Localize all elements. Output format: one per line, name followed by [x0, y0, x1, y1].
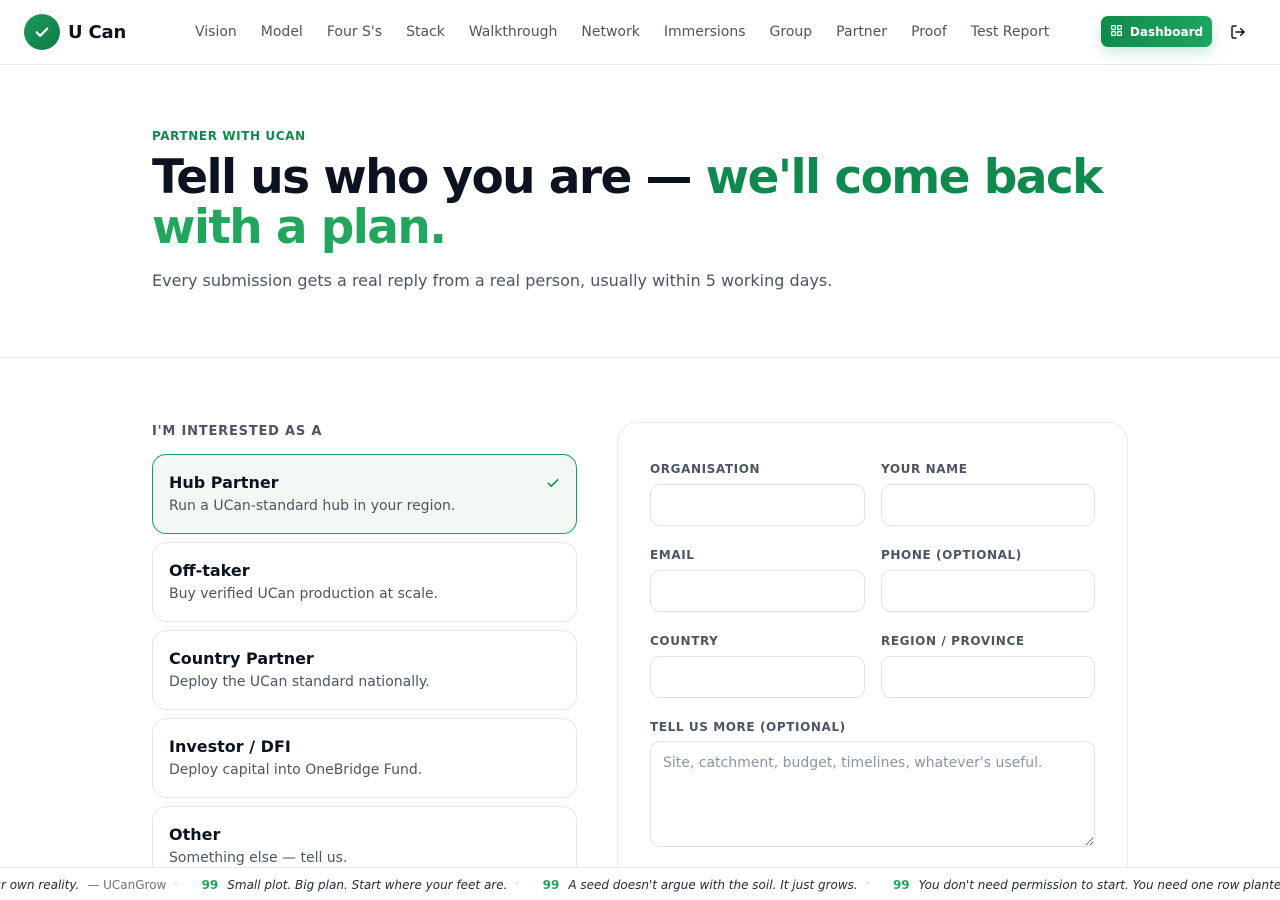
nav-model[interactable]: Model: [249, 24, 315, 40]
option-off-taker[interactable]: Off-taker Buy verified UCan production a…: [152, 542, 577, 622]
interest-label: I'M INTERESTED AS A: [152, 424, 323, 439]
email-input[interactable]: [650, 570, 865, 612]
nav-group[interactable]: Group: [758, 24, 825, 40]
ticker-quote: 99 Small plot. Big plan. Start where you…: [201, 877, 508, 892]
nav-walkthrough[interactable]: Walkthrough: [457, 24, 570, 40]
option-title: Investor / DFI: [169, 737, 291, 756]
dot-separator-icon: ·: [515, 879, 519, 890]
more-label: TELL US MORE (OPTIONAL): [650, 720, 846, 734]
nav-proof[interactable]: Proof: [899, 24, 959, 40]
name-label: YOUR NAME: [881, 462, 968, 476]
region-label: REGION / PROVINCE: [881, 634, 1025, 648]
quote-mark-icon: 99: [892, 877, 910, 892]
phone-label: PHONE (OPTIONAL): [881, 548, 1022, 562]
organisation-label: ORGANISATION: [650, 462, 761, 476]
option-desc: Deploy capital into OneBridge Fund.: [169, 762, 423, 778]
option-desc: Buy verified UCan production at scale.: [169, 586, 439, 602]
nav-partner[interactable]: Partner: [824, 24, 899, 40]
headline-green: we'll come back: [705, 150, 1104, 205]
headline-green-2: with a plan.: [152, 200, 447, 255]
ticker-track: our own reality. — UCanGrow · 99 Small p…: [0, 868, 1280, 900]
brand-logo-link[interactable]: U Can: [24, 14, 126, 50]
option-desc: Something else — tell us.: [169, 850, 348, 866]
hero-headline: Tell us who you are — we'll come back wit…: [152, 153, 1132, 253]
dot-separator-icon: ·: [865, 879, 869, 890]
ticker-quote: 99 A seed doesn't argue with the soil. I…: [542, 877, 858, 892]
dashboard-label: Dashboard: [1129, 24, 1204, 39]
ticker-quote: 99 You don't need permission to start. Y…: [892, 877, 1280, 892]
check-logo-icon: [24, 14, 60, 50]
organisation-input[interactable]: [650, 484, 865, 526]
option-desc: Deploy the UCan standard nationally.: [169, 674, 430, 690]
region-input[interactable]: [881, 656, 1095, 698]
hero-lead: Every submission gets a real reply from …: [152, 271, 833, 290]
partner-form: ORGANISATION YOUR NAME EMAIL PHONE (OPTI…: [617, 422, 1128, 900]
option-country-partner[interactable]: Country Partner Deploy the UCan standard…: [152, 630, 577, 710]
country-input[interactable]: [650, 656, 865, 698]
dashboard-button[interactable]: Dashboard: [1101, 16, 1212, 47]
option-title: Off-taker: [169, 561, 250, 580]
brand-name: U Can: [68, 21, 127, 43]
nav-four-s[interactable]: Four S's: [315, 24, 394, 40]
more-textarea[interactable]: [650, 741, 1095, 847]
grid-icon: [1110, 24, 1123, 40]
country-label: COUNTRY: [650, 634, 719, 648]
option-title: Country Partner: [169, 649, 314, 668]
quote-mark-icon: 99: [542, 877, 560, 892]
check-icon: [546, 475, 560, 494]
phone-input[interactable]: [881, 570, 1095, 612]
quote-author: — UCanGrow: [87, 877, 167, 892]
name-input[interactable]: [881, 484, 1095, 526]
hero-section: PARTNER WITH UCAN Tell us who you are — …: [0, 65, 1280, 358]
quote-ticker: our own reality. — UCanGrow · 99 Small p…: [0, 867, 1280, 900]
option-hub-partner[interactable]: Hub Partner Run a UCan-standard hub in y…: [152, 454, 577, 534]
nav-network[interactable]: Network: [569, 24, 651, 40]
option-desc: Run a UCan-standard hub in your region.: [169, 498, 456, 514]
quote-mark-icon: 99: [201, 877, 219, 892]
headline-dark: Tell us who you are —: [152, 150, 706, 205]
hero-eyebrow: PARTNER WITH UCAN: [152, 129, 306, 143]
ticker-quote: our own reality. — UCanGrow: [0, 877, 167, 892]
nav-vision[interactable]: Vision: [183, 24, 249, 40]
nav-test-report[interactable]: Test Report: [959, 24, 1061, 40]
dot-separator-icon: ·: [174, 879, 178, 890]
logout-icon[interactable]: [1226, 20, 1250, 44]
email-label: EMAIL: [650, 548, 695, 562]
option-title: Other: [169, 825, 221, 844]
site-header: U Can Vision Model Four S's Stack Walkth…: [0, 0, 1280, 65]
option-investor-dfi[interactable]: Investor / DFI Deploy capital into OneBr…: [152, 718, 577, 798]
option-title: Hub Partner: [169, 473, 279, 492]
nav-immersions[interactable]: Immersions: [652, 24, 758, 40]
main-nav: Vision Model Four S's Stack Walkthrough …: [183, 0, 1049, 64]
nav-stack[interactable]: Stack: [394, 24, 457, 40]
